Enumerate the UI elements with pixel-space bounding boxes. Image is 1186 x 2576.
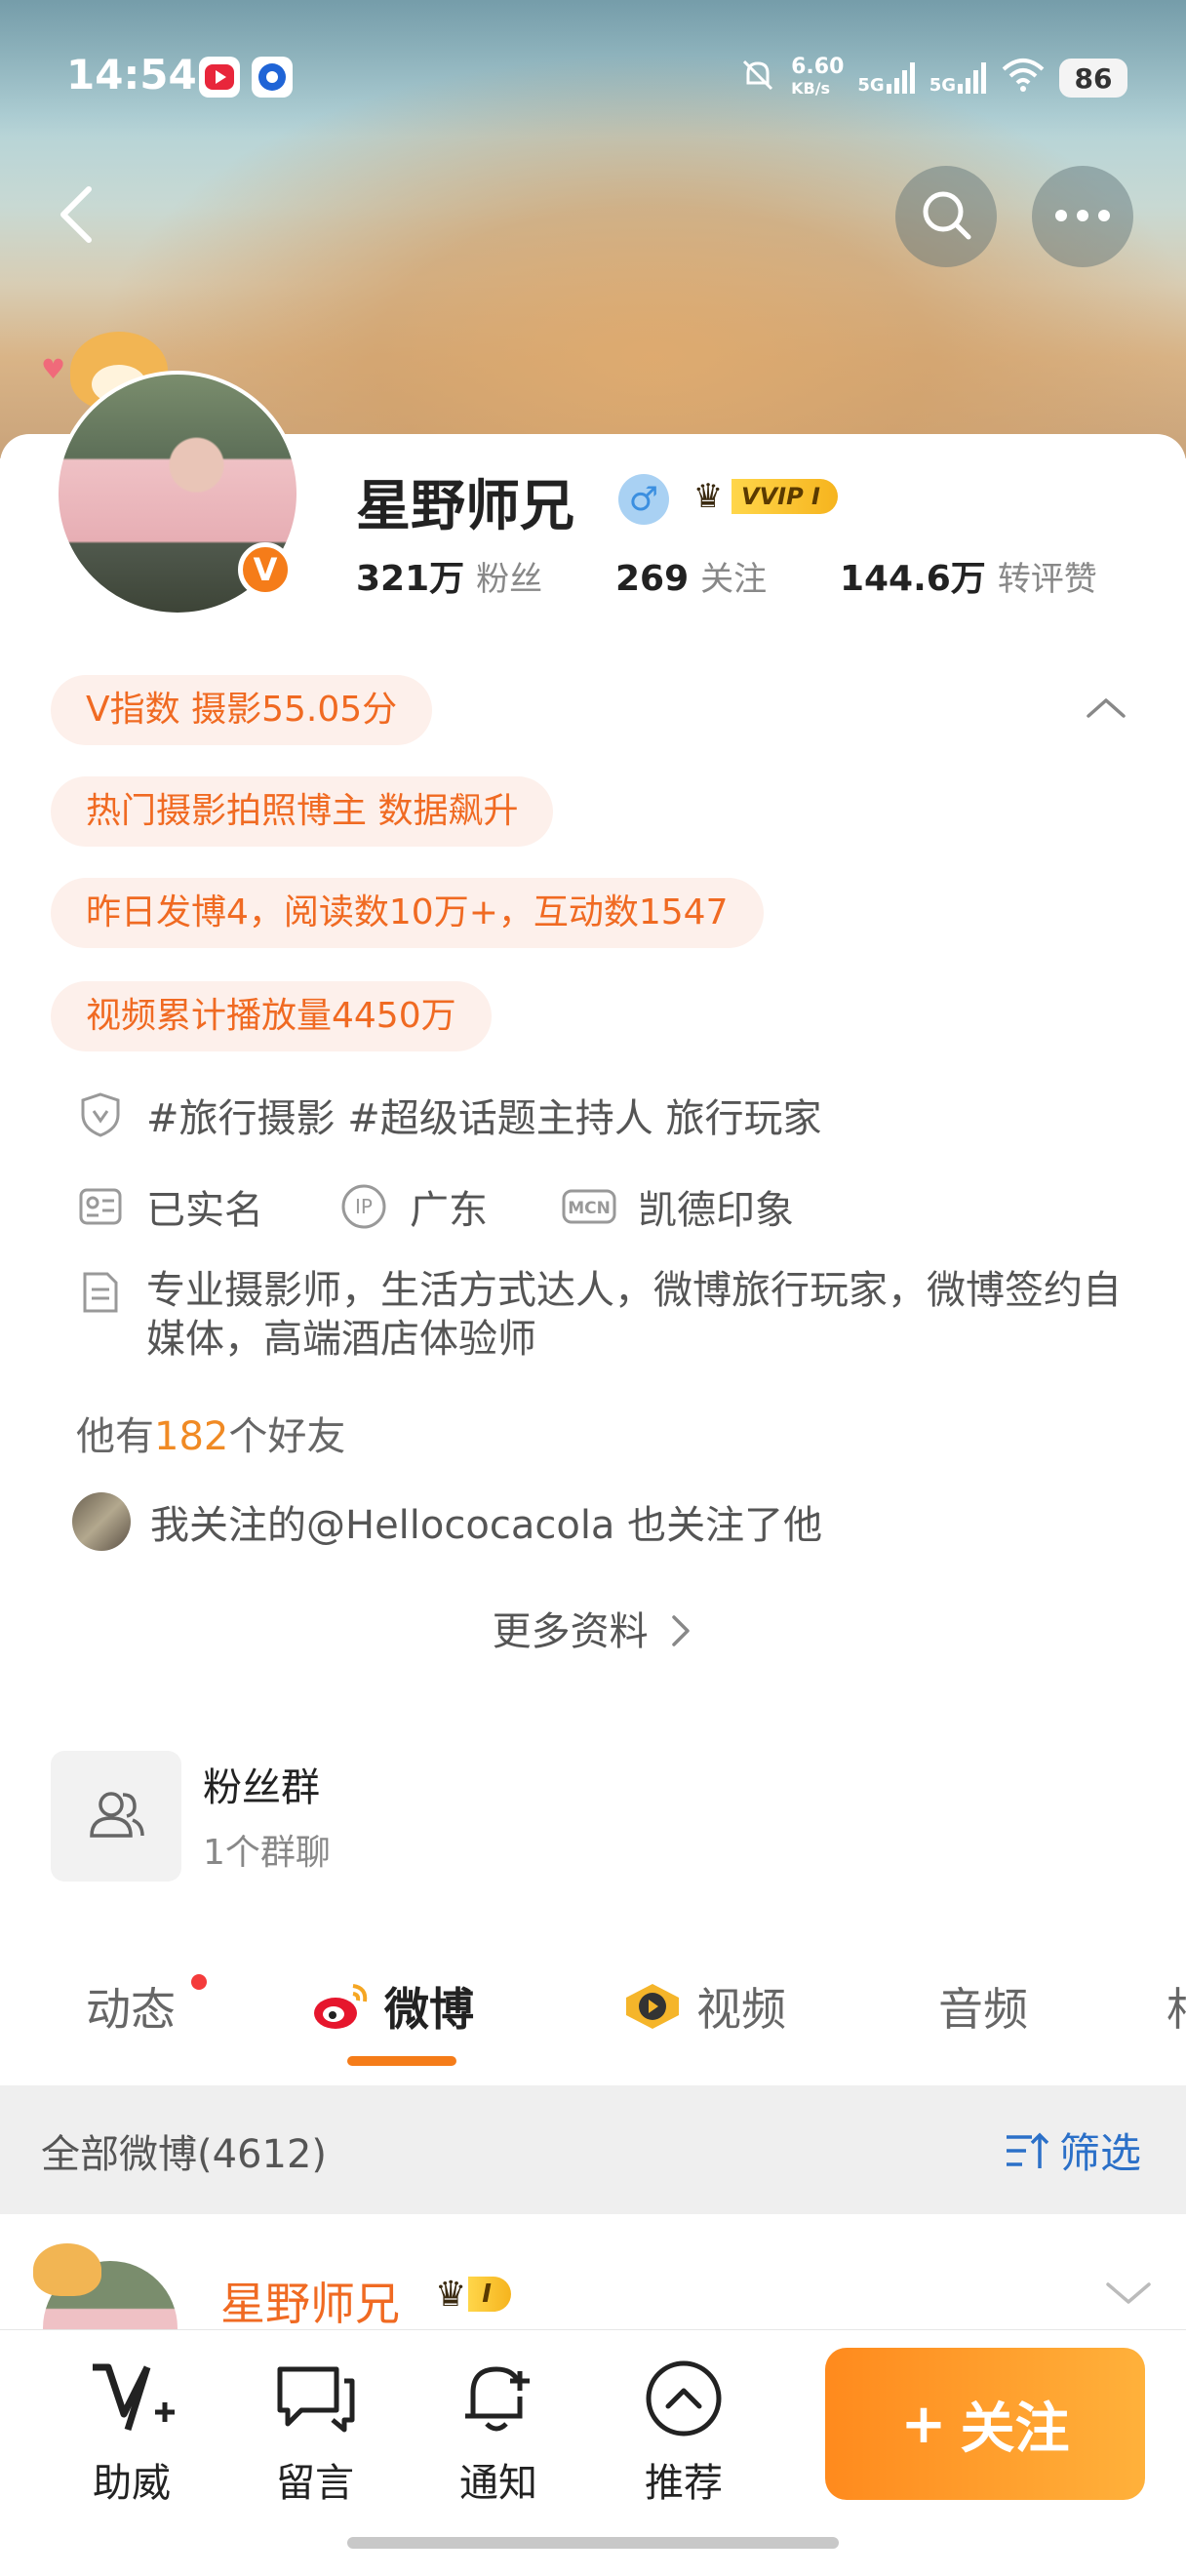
bio-text: 专业摄影师，生活方式达人，微博旅行玩家，微博签约自媒体，高端酒店体验师 xyxy=(146,1268,1122,1362)
post-vip-badge[interactable]: ♛ I xyxy=(435,2273,511,2316)
mutual-avatar xyxy=(72,1492,131,1551)
vip-badge[interactable]: ♛ VVIP I xyxy=(685,476,839,517)
all-weibo-count[interactable]: 全部微博(4612) xyxy=(41,2122,327,2179)
battery-indicator: 86 xyxy=(1059,59,1127,98)
mutual-follow-text: 我关注的@Hellococacola 也关注了他 xyxy=(150,1503,823,1548)
tags-row[interactable]: #旅行摄影 #超级话题主持人 旅行玩家 xyxy=(76,1087,821,1143)
profile-tabs: 动态 微博 视频 音频 相 xyxy=(0,1951,1186,2082)
recommend-button[interactable]: 推荐 xyxy=(620,2350,747,2508)
weibo-logo-icon xyxy=(310,1980,371,2033)
document-icon xyxy=(76,1266,125,1364)
signal-icon-1: 5G xyxy=(857,60,915,96)
filter-icon xyxy=(1003,2129,1049,2172)
crown-icon: ♛ xyxy=(435,2274,467,2315)
back-arrow-icon xyxy=(52,183,100,250)
notification-app-icon-2 xyxy=(252,57,293,98)
net-speed: 6.60 KB/s xyxy=(791,55,845,99)
stat-followers[interactable]: 321万 粉丝 xyxy=(356,559,542,599)
unread-dot xyxy=(191,1974,207,1990)
wifi-icon xyxy=(1001,58,1046,99)
boost-icon xyxy=(68,2350,195,2447)
signal-icon-2: 5G xyxy=(929,60,987,96)
recommend-icon xyxy=(620,2350,747,2447)
highlight-video-plays[interactable]: 视频累计播放量4450万 xyxy=(51,981,492,1051)
stat-following[interactable]: 269 关注 xyxy=(615,559,767,599)
boost-button[interactable]: 助威 xyxy=(68,2350,195,2508)
verified-badge-icon: V xyxy=(238,542,293,597)
video-icon xyxy=(622,1980,683,2033)
status-bar: 14:54 6.60 KB/s 5G 5G 86 xyxy=(0,39,1186,117)
message-icon xyxy=(252,2350,378,2447)
profile-name: 星野师兄 xyxy=(356,475,574,538)
more-info-link[interactable]: 更多资料 xyxy=(0,1600,1186,1656)
collapse-chevron-icon[interactable] xyxy=(1087,689,1126,728)
crown-icon: ♛ xyxy=(692,477,724,516)
filter-bar: 全部微博(4612) 筛选 xyxy=(0,2085,1186,2214)
search-button[interactable] xyxy=(895,166,997,267)
post-mascot-icon xyxy=(33,2243,101,2296)
home-indicator[interactable] xyxy=(347,2537,839,2549)
fan-group-icon-box[interactable] xyxy=(51,1751,181,1882)
mutual-follow-row[interactable]: 我关注的@Hellococacola 也关注了他 xyxy=(72,1492,822,1551)
tab-album[interactable]: 相 xyxy=(1166,1974,1186,2039)
back-button[interactable] xyxy=(25,166,127,267)
friends-count[interactable]: 他有182个好友 xyxy=(76,1405,345,1461)
status-time: 14:54 xyxy=(66,51,197,99)
post-menu-chevron-icon[interactable] xyxy=(1104,2279,1153,2312)
mcn-icon-text: MCN xyxy=(568,1199,611,1218)
chevron-right-icon xyxy=(660,1609,693,1654)
bio-row: 专业摄影师，生活方式达人，微博旅行玩家，微博签约自媒体，高端酒店体验师 xyxy=(76,1266,1129,1364)
search-icon xyxy=(918,186,974,247)
tab-activity[interactable]: 动态 xyxy=(86,1974,176,2039)
identity-row: 已实名 IP 广东 MCN 凯德印象 xyxy=(76,1178,794,1235)
status-indicators: 6.60 KB/s 5G 5G 86 xyxy=(738,51,1127,105)
real-name-label: 已实名 xyxy=(146,1188,263,1233)
follow-button[interactable]: + 关注 xyxy=(825,2348,1145,2500)
stat-interactions[interactable]: 144.6万 转评赞 xyxy=(840,559,1097,599)
ip-icon-text: IP xyxy=(355,1195,373,1218)
ip-icon: IP xyxy=(339,1183,388,1230)
heart-icon: ♥ xyxy=(41,353,66,385)
highlight-v-index[interactable]: V指数 摄影55.05分 xyxy=(51,675,433,745)
mcn-agency[interactable]: 凯德印象 xyxy=(638,1178,794,1235)
tab-weibo[interactable]: 微博 xyxy=(310,1974,474,2039)
highlight-yesterday-stats[interactable]: 昨日发博4，阅读数10万+，互动数1547 xyxy=(51,878,764,948)
message-button[interactable]: 留言 xyxy=(252,2350,378,2508)
shield-icon xyxy=(76,1091,125,1138)
ip-location: 广东 xyxy=(410,1188,488,1233)
fan-group-subtitle: 1个群聊 xyxy=(203,1833,331,1873)
fan-group-title[interactable]: 粉丝群 xyxy=(203,1756,320,1812)
more-dots-icon xyxy=(1053,208,1112,226)
id-card-icon xyxy=(76,1187,125,1226)
male-icon: ♂ xyxy=(618,474,669,525)
highlight-hot-blogger[interactable]: 热门摄影拍照博主 数据飙升 xyxy=(51,776,554,847)
mute-icon xyxy=(738,56,777,100)
mcn-icon: MCN xyxy=(562,1187,616,1226)
notify-button[interactable]: 通知 xyxy=(435,2350,562,2508)
active-tab-indicator xyxy=(347,2056,456,2066)
notification-app-icon xyxy=(199,57,240,98)
plus-icon: + xyxy=(900,2392,947,2456)
bell-add-icon xyxy=(435,2350,562,2447)
profile-stats: 321万 粉丝 269 关注 144.6万 转评赞 xyxy=(356,550,1097,601)
more-options-button[interactable] xyxy=(1032,166,1133,267)
tab-audio[interactable]: 音频 xyxy=(938,1974,1028,2039)
filter-button[interactable]: 筛选 xyxy=(1003,2120,1141,2180)
tab-video[interactable]: 视频 xyxy=(622,1974,786,2039)
group-icon xyxy=(86,1787,146,1845)
post-author-name[interactable]: 星野师兄 xyxy=(220,2269,400,2333)
